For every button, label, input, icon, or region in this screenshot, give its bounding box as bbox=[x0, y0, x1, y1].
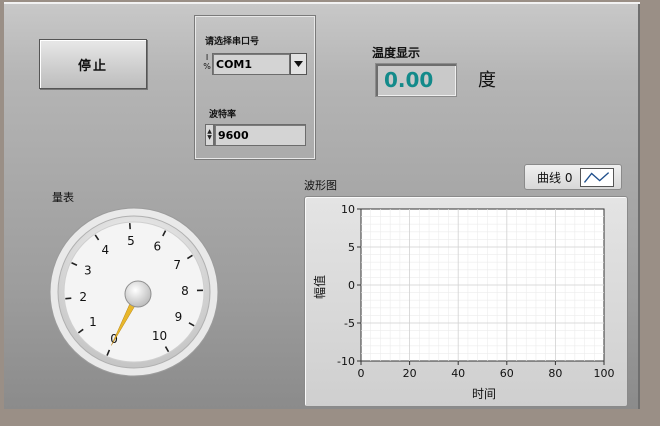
x-tick-label: 80 bbox=[548, 367, 562, 380]
baud-value[interactable]: 9600 bbox=[214, 124, 306, 146]
io-name-icon: I% bbox=[203, 53, 211, 71]
legend-label: 曲线 0 bbox=[537, 170, 573, 185]
x-axis-label: 时间 bbox=[472, 387, 496, 401]
temperature-label: 温度显示 bbox=[372, 46, 421, 60]
gauge-tick-label: 4 bbox=[102, 243, 110, 257]
temperature-display: 0.00 bbox=[375, 63, 457, 97]
y-tick-label: 0 bbox=[348, 279, 355, 292]
gauge-title: 量表 bbox=[52, 191, 74, 204]
x-tick-label: 60 bbox=[500, 367, 514, 380]
gauge-tick-label: 1 bbox=[89, 315, 97, 329]
waveform-graph[interactable]: 0 20 40 60 80 100 10 5 0 -5 -10 时间 幅值 bbox=[304, 196, 628, 407]
x-tick-label: 0 bbox=[358, 367, 365, 380]
y-tick-label: 5 bbox=[348, 241, 355, 254]
line-style-icon bbox=[580, 167, 615, 187]
plot-legend[interactable]: 曲线 0 bbox=[524, 164, 622, 190]
temperature-unit: 度 bbox=[478, 70, 496, 91]
waveform-title: 波形图 bbox=[304, 179, 337, 192]
y-tick-label: -5 bbox=[344, 317, 355, 330]
gauge-tick-label: 5 bbox=[127, 234, 135, 248]
front-panel: 停止 请选择串口号 I% COM1 波特率 ▲ ▼ 9600 温度显示 0.00 … bbox=[4, 4, 640, 409]
gauge-tick-label: 9 bbox=[175, 310, 183, 324]
stop-button[interactable]: 停止 bbox=[39, 39, 147, 89]
baud-control[interactable]: ▲ ▼ 9600 bbox=[205, 124, 306, 146]
dropdown-arrow-icon[interactable] bbox=[290, 53, 307, 75]
y-tick-label: 10 bbox=[341, 203, 355, 216]
port-label: 请选择串口号 bbox=[205, 37, 260, 47]
gauge-tick-label: 6 bbox=[153, 240, 161, 254]
gauge-tick-label: 3 bbox=[84, 263, 92, 277]
gauge-tick-label: 2 bbox=[79, 290, 87, 304]
baud-label: 波特率 bbox=[209, 110, 237, 120]
gauge[interactable]: 012345678910 bbox=[48, 206, 220, 378]
port-selector[interactable]: I% COM1 bbox=[202, 53, 307, 75]
gauge-tick-label: 10 bbox=[152, 329, 167, 343]
x-tick-label: 40 bbox=[451, 367, 465, 380]
y-tick-label: -10 bbox=[337, 355, 355, 368]
serial-settings-box: 请选择串口号 I% COM1 波特率 ▲ ▼ 9600 bbox=[194, 15, 316, 160]
x-tick-label: 100 bbox=[594, 367, 615, 380]
port-value[interactable]: COM1 bbox=[212, 53, 290, 75]
gauge-tick-label: 7 bbox=[173, 258, 181, 272]
x-tick-label: 20 bbox=[403, 367, 417, 380]
gauge-tick-label: 8 bbox=[181, 284, 189, 298]
increment-decrement-icon[interactable]: ▲ ▼ bbox=[205, 124, 214, 146]
gauge-hub bbox=[124, 280, 152, 308]
gauge-tick bbox=[65, 297, 72, 300]
y-axis-label: 幅值 bbox=[312, 275, 327, 299]
